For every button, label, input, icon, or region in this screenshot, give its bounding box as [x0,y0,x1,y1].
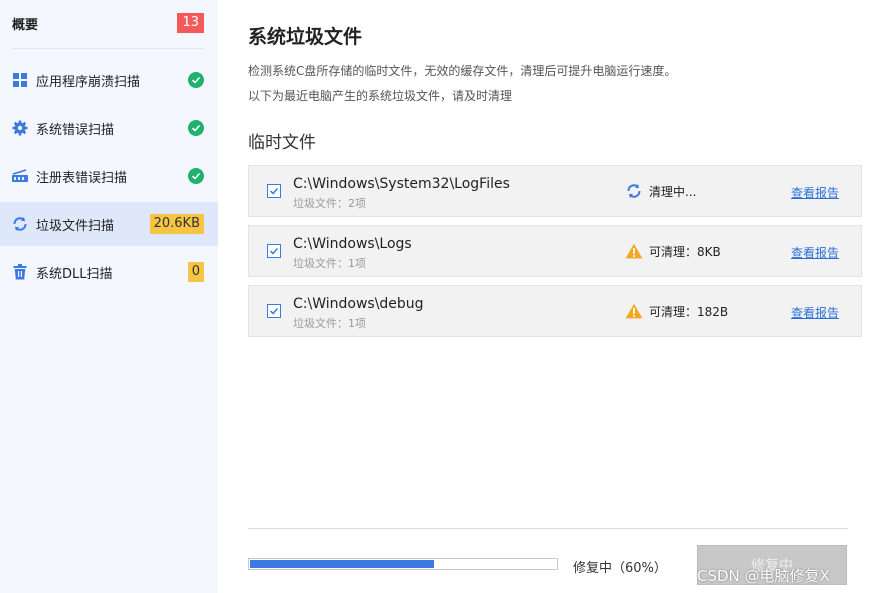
junk-count: 垃圾文件：2项 [293,197,366,210]
registry-icon [11,167,29,185]
warning-icon [625,302,643,320]
check-circle-icon [188,120,204,136]
row-status: 清理中... [625,182,696,200]
progress-label: 修复中（60%） [573,561,667,576]
status-text: 可清理：182B [649,304,729,319]
check-circle-icon [188,168,204,184]
row-checkbox[interactable] [267,184,281,198]
list-item: C:\Windows\debug 垃圾文件：1项 可清理：182B 查看报告 [248,285,862,337]
section-title: 临时文件 [248,133,316,153]
watermark: CSDN @电脑修复X [697,567,830,585]
sidebar-item-dll-scan[interactable]: 系统DLL扫描 0 [0,250,218,294]
description-line-2: 以下为最近电脑产生的系统垃圾文件，请及时清理 [248,89,513,103]
row-checkbox[interactable] [267,244,281,258]
file-path: C:\Windows\debug [293,296,424,312]
warning-icon [625,242,643,260]
junk-count: 垃圾文件：1项 [293,257,366,270]
gear-icon [11,119,29,137]
sidebar-item-app-crash-scan[interactable]: 应用程序崩溃扫描 [0,58,218,102]
sidebar-divider [12,48,204,49]
page-title: 系统垃圾文件 [248,26,363,48]
row-status: 可清理：182B [625,302,728,320]
grid-icon [11,71,29,89]
sidebar-overview[interactable]: 概要 13 [12,12,204,34]
sidebar-item-registry-scan[interactable]: 注册表错误扫描 [0,154,218,198]
overview-label: 概要 [12,17,39,33]
sidebar-item-label: 垃圾文件扫描 [36,218,115,234]
progress-bar [248,558,558,570]
progress-fill [250,560,434,568]
row-status: 可清理：8KB [625,242,721,260]
refresh-icon [11,215,29,233]
check-circle-icon [188,72,204,88]
junk-count: 垃圾文件：1项 [293,317,366,330]
view-report-link[interactable]: 查看报告 [791,244,839,261]
description-line-1: 检测系统C盘所存储的临时文件，无效的缓存文件，清理后可提升电脑运行速度。 [248,64,677,78]
overview-count-badge: 13 [177,13,204,33]
sidebar-item-junk-file-scan[interactable]: 垃圾文件扫描 20.6KB [0,202,218,246]
list-item: C:\Windows\Logs 垃圾文件：1项 可清理：8KB 查看报告 [248,225,862,277]
view-report-link[interactable]: 查看报告 [791,184,839,201]
sidebar-item-label: 应用程序崩溃扫描 [36,74,141,90]
status-text: 可清理：8KB [649,244,721,259]
file-path: C:\Windows\System32\LogFiles [293,176,510,192]
trash-icon [11,263,29,281]
sidebar-item-label: 系统错误扫描 [36,122,115,138]
view-report-link[interactable]: 查看报告 [791,304,839,321]
sidebar-item-label: 系统DLL扫描 [36,266,113,282]
sidebar-item-label: 注册表错误扫描 [36,170,128,186]
file-path: C:\Windows\Logs [293,236,412,252]
main-panel: 系统垃圾文件 检测系统C盘所存储的临时文件，无效的缓存文件，清理后可提升电脑运行… [218,0,871,593]
status-text: 清理中... [649,184,697,199]
junk-size-badge: 20.6KB [149,214,204,234]
sidebar-item-system-error-scan[interactable]: 系统错误扫描 [0,106,218,150]
dll-count-badge: 0 [187,262,204,282]
row-checkbox[interactable] [267,304,281,318]
sidebar: 概要 13 应用程序崩溃扫描 系统错误扫描 注册表错误扫描 垃圾文件扫描 20.… [0,0,218,593]
spinner-icon [625,182,643,200]
footer-divider [248,528,848,529]
list-item: C:\Windows\System32\LogFiles 垃圾文件：2项 清理中… [248,165,862,217]
